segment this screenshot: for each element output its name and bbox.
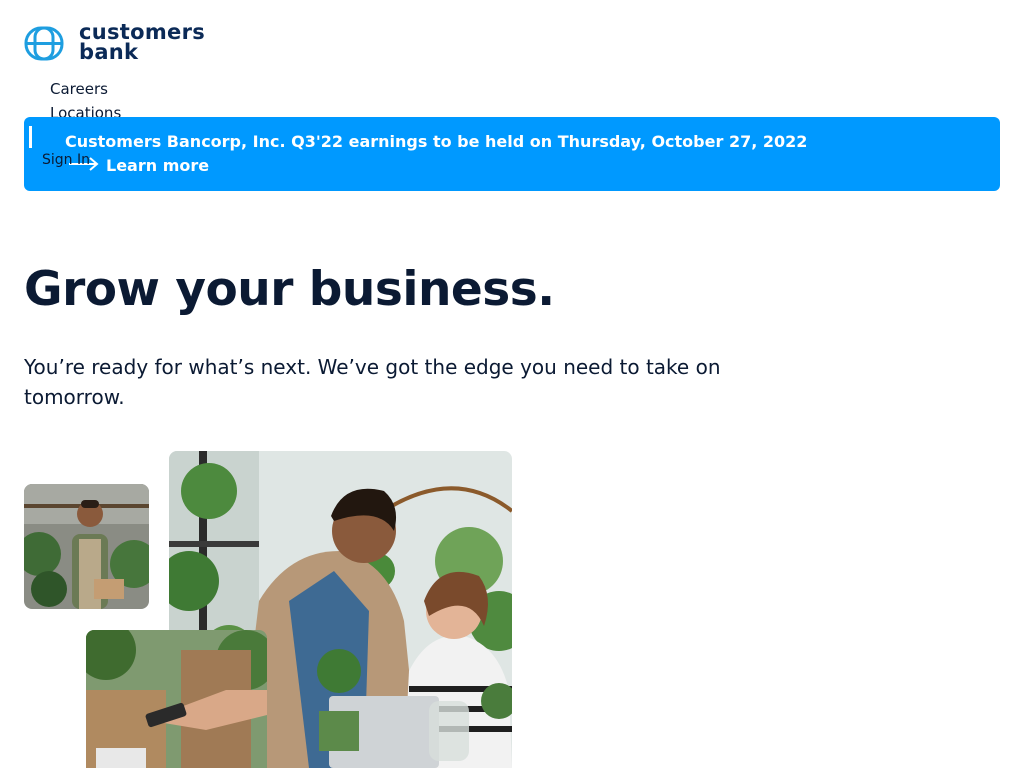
logo-line-2: bank [79,40,139,64]
banner-text: Customers Bancorp, Inc. Q3'22 earnings t… [65,132,808,151]
announcement-banner: Customers Bancorp, Inc. Q3'22 earnings t… [24,117,1000,191]
learn-more-link[interactable]: Learn more [106,156,209,175]
sign-in-link[interactable]: Sign In [42,152,90,168]
card-payment-photo [86,630,267,768]
hero-subtitle: You’re ready for what’s next. We’ve got … [24,355,721,409]
banner-accent-bar [29,126,32,148]
florist-photo [24,484,149,609]
hero-title: Grow your business. [24,262,555,317]
customers-bank-logo-icon [24,26,64,61]
logo-line-1: customers [79,20,206,44]
nav-careers-link[interactable]: Careers [50,80,108,98]
logo-wordmark: customers bank [79,20,206,64]
